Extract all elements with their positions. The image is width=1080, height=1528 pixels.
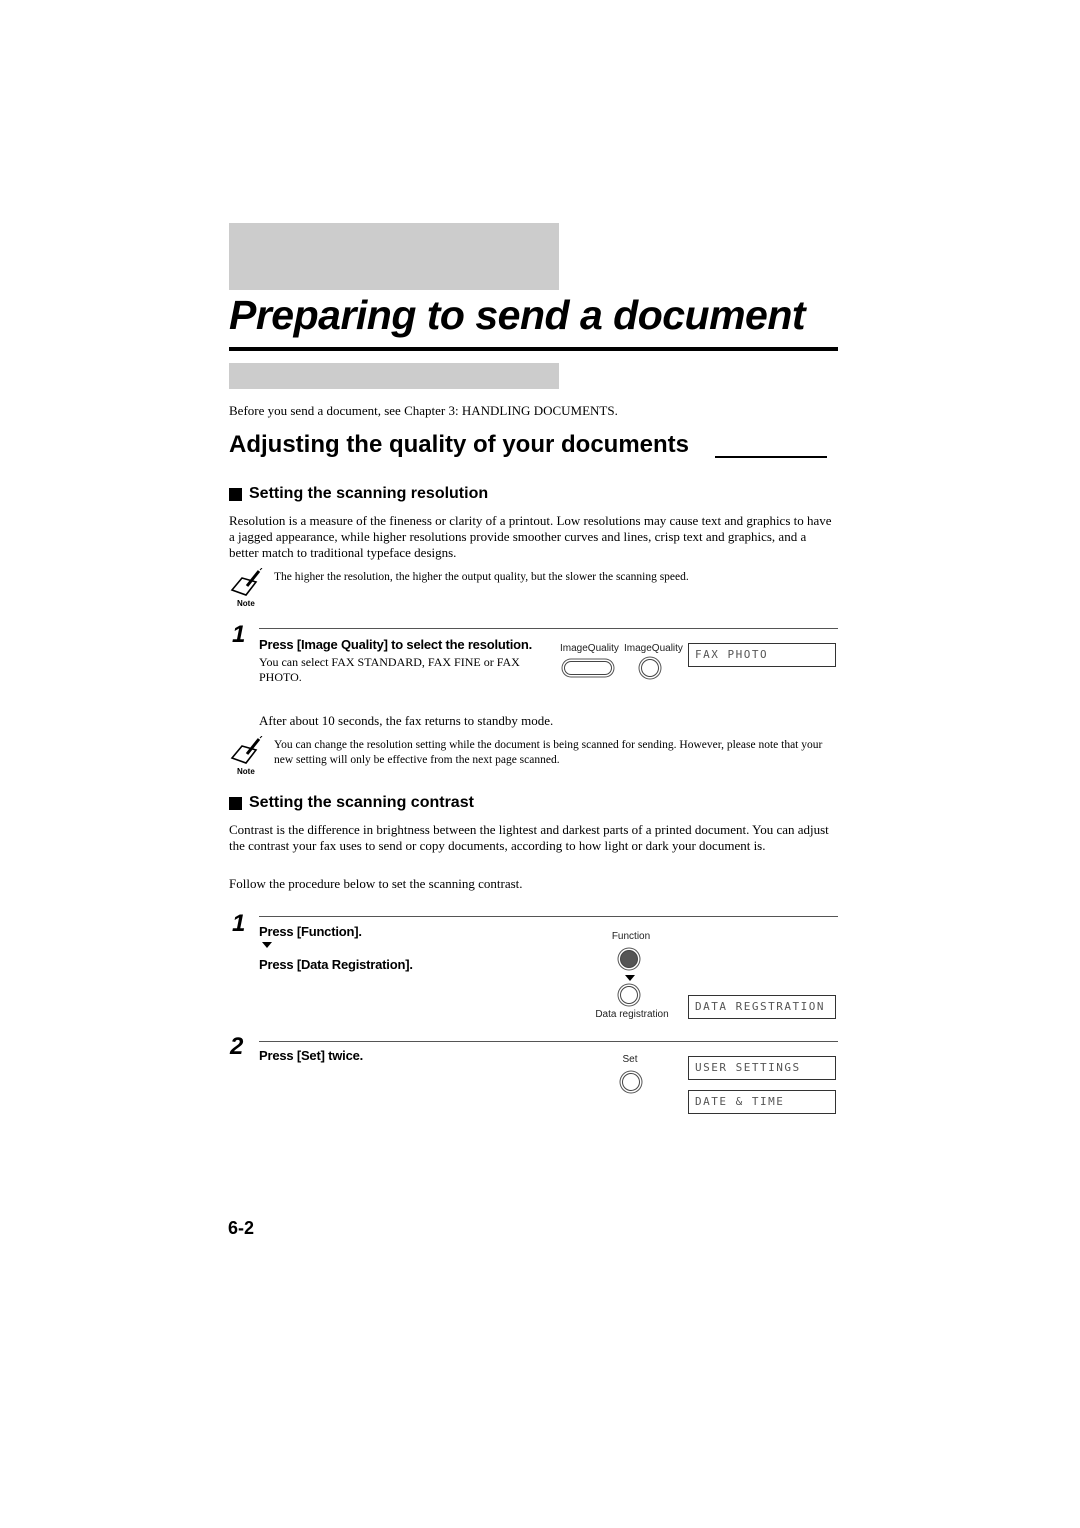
square-bullet-icon <box>229 796 242 810</box>
note-label: Note <box>237 767 255 776</box>
resolution-heading-text: Setting the scanning resolution <box>249 485 489 502</box>
chapter-subbar <box>229 363 559 389</box>
lcd-display: DATE & TIME <box>688 1090 836 1114</box>
function-button[interactable] <box>620 950 638 968</box>
chapter-title: Preparing to send a document <box>229 292 806 338</box>
set-label: Set <box>622 1054 638 1065</box>
step-detail: You can select FAX STANDARD, FAX FINE or… <box>259 655 520 684</box>
lcd-display: FAX PHOTO <box>688 643 836 667</box>
image-quality-label: ImageQuality <box>624 643 683 654</box>
lcd-display: DATA REGSTRATION <box>688 995 836 1019</box>
step-rule <box>259 916 838 917</box>
note-pencil-icon <box>230 567 263 596</box>
step-line-function: Press [Function]. <box>259 924 362 939</box>
note-icon: Note <box>229 567 265 612</box>
image-quality-button-round[interactable] <box>641 659 659 677</box>
lcd-display: USER SETTINGS <box>688 1056 836 1080</box>
function-label: Function <box>611 931 651 942</box>
set-button[interactable] <box>622 1073 640 1091</box>
square-bullet-icon <box>229 487 242 501</box>
contrast-heading-text: Setting the scanning contrast <box>249 794 474 811</box>
contrast-body: Contrast is the difference in brightness… <box>229 822 829 853</box>
arrow-down-icon <box>625 975 635 981</box>
step-line-data-registration: Press [Data Registration]. <box>259 957 413 972</box>
step-rule <box>259 628 838 629</box>
note1-text: The higher the resolution, the higher th… <box>274 571 689 583</box>
data-registration-button[interactable] <box>620 986 638 1004</box>
step-number: 1 <box>232 621 246 648</box>
note-icon: Note <box>229 735 265 780</box>
page-number: 6-2 <box>228 1218 255 1238</box>
data-registration-label: Data registration <box>595 1009 669 1020</box>
step-number: 2 <box>230 1033 244 1060</box>
chapter-intro: Before you send a document, see Chapter … <box>229 403 618 418</box>
image-quality-label: ImageQuality <box>560 643 619 654</box>
step-title: Press [Image Quality] to select the reso… <box>259 637 533 652</box>
contrast-follow: Follow the procedure below to set the sc… <box>229 876 523 891</box>
note-label: Note <box>237 599 255 608</box>
note-pencil-icon <box>230 735 263 764</box>
step-number: 1 <box>232 910 246 937</box>
image-quality-button-wide[interactable] <box>564 661 612 675</box>
contrast-heading: Setting the scanning contrast <box>229 794 474 812</box>
resolution-heading: Setting the scanning resolution <box>229 485 488 503</box>
section-title-text: Adjusting the quality of your documents <box>229 431 690 458</box>
section-title-rule <box>715 456 827 458</box>
arrow-down-icon <box>262 942 272 948</box>
step-rule <box>259 1041 838 1042</box>
step-title: Press [Set] twice. <box>259 1048 364 1063</box>
chapter-tab-block <box>229 223 559 290</box>
chapter-title-rule <box>229 347 838 351</box>
standby-text: After about 10 seconds, the fax returns … <box>259 713 554 728</box>
section-title: Adjusting the quality of your documents <box>229 431 689 459</box>
note2-text: You can change the resolution setting wh… <box>274 739 823 766</box>
resolution-body: Resolution is a measure of the fineness … <box>229 513 832 560</box>
